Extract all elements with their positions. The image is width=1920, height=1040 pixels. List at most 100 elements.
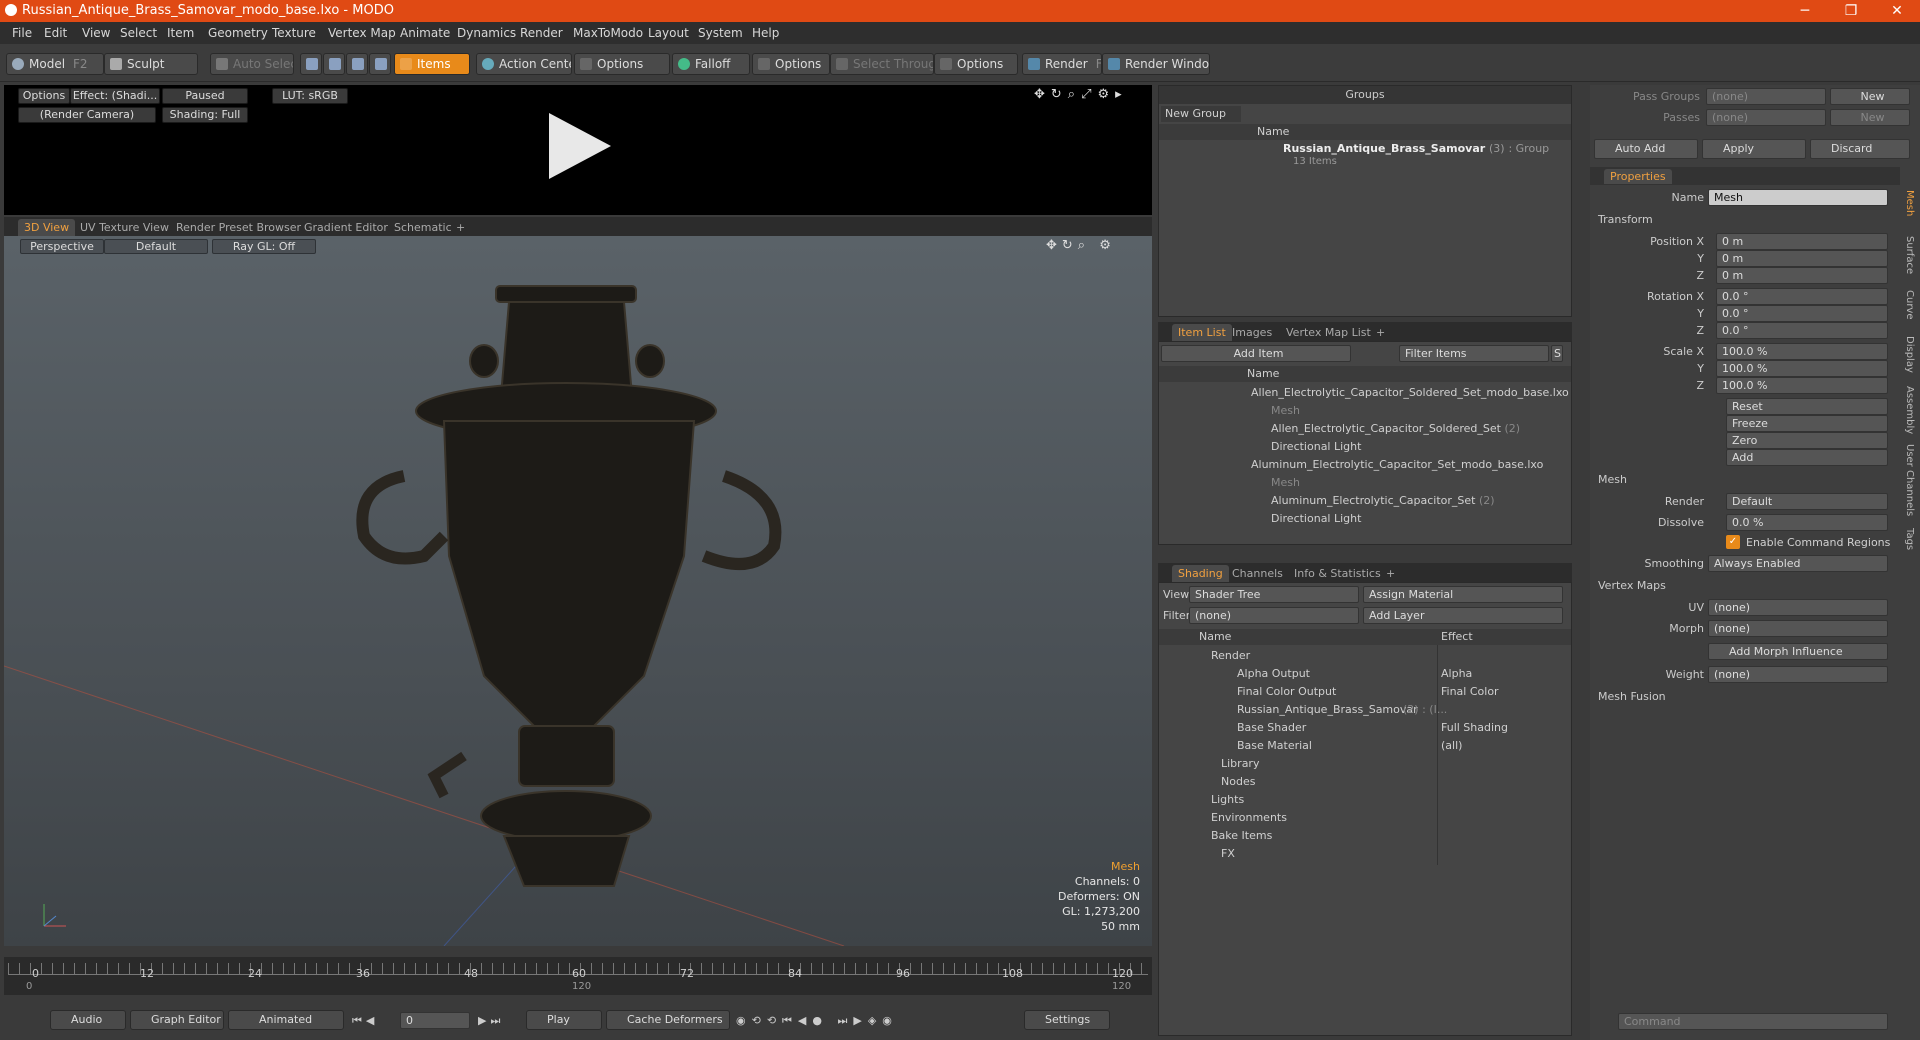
freeze-dropdown[interactable]: Freeze [1726, 415, 1888, 432]
animated-dropdown[interactable]: Animated [228, 1010, 344, 1030]
shader-row[interactable]: Alpha Output Alpha [1159, 665, 1571, 683]
command-input[interactable]: Command [1618, 1013, 1888, 1030]
rotation-x-field[interactable]: 0.0 ° [1716, 288, 1888, 305]
dissolve-field[interactable]: 0.0 % [1726, 514, 1888, 531]
tab-vertex-map-list[interactable]: Vertex Map List [1280, 324, 1377, 341]
action-center-options-button[interactable]: Options [574, 53, 670, 75]
discard-button[interactable]: Discard [1810, 139, 1910, 159]
shader-row[interactable]: FX [1159, 845, 1571, 863]
menu-texture[interactable]: Texture [272, 26, 316, 40]
add-tab-button[interactable]: + [450, 219, 471, 236]
close-button[interactable]: ✕ [1874, 0, 1920, 22]
position-y-field[interactable]: 0 m [1716, 250, 1888, 267]
items-mode-button[interactable]: Items [394, 53, 470, 75]
minimize-button[interactable]: ─ [1782, 0, 1828, 22]
tab-gradient-editor[interactable]: Gradient Editor [298, 219, 394, 236]
graph-editor-button[interactable]: Graph Editor [130, 1010, 224, 1030]
list-item[interactable]: Aluminum_Electrolytic_Capacitor_Set_modo… [1159, 456, 1571, 474]
morph-dropdown[interactable]: (none) [1708, 620, 1888, 637]
apply-button[interactable]: Apply [1702, 139, 1806, 159]
menu-layout[interactable]: Layout [648, 26, 689, 40]
list-item[interactable]: Allen_Electrolytic_Capacitor_Soldered_Se… [1159, 384, 1571, 402]
add-layer-dropdown[interactable]: Add Layer [1363, 607, 1563, 624]
rotation-z-field[interactable]: 0.0 ° [1716, 322, 1888, 339]
menu-file[interactable]: File [12, 26, 32, 40]
position-x-field[interactable]: 0 m [1716, 233, 1888, 250]
frame-input[interactable]: 0 [400, 1012, 470, 1029]
list-item[interactable]: Mesh [1159, 474, 1571, 492]
scale-y-field[interactable]: 100.0 % [1716, 360, 1888, 377]
tab-shading[interactable]: Shading [1172, 565, 1229, 582]
vtab-display[interactable]: Display [1899, 336, 1915, 373]
tab-render-preset-browser[interactable]: Render Preset Browser [170, 219, 307, 236]
play-icon[interactable] [549, 113, 611, 179]
menu-animate[interactable]: Animate [400, 26, 450, 40]
shader-row[interactable]: Base Material (all) [1159, 737, 1571, 755]
menu-vertex-map[interactable]: Vertex Map [328, 26, 396, 40]
falloff-button[interactable]: Falloff [672, 53, 750, 75]
shader-row[interactable]: Render [1159, 647, 1571, 665]
materials-mode-button[interactable] [369, 53, 391, 75]
sculpt-button[interactable]: Sculpt [104, 53, 198, 75]
preview-shading-dropdown[interactable]: Shading: Full [162, 107, 248, 123]
list-item[interactable]: Directional Light [1159, 438, 1571, 456]
3d-viewport[interactable]: Perspective Default Ray GL: Off ✥↻⌕ ⚙ Me… [4, 236, 1152, 946]
mesh-section[interactable]: Mesh [1598, 473, 1627, 486]
model-button[interactable]: Model F2 [6, 53, 104, 75]
shader-row[interactable]: Lights [1159, 791, 1571, 809]
select-through-button[interactable]: Select Through [830, 53, 934, 75]
weight-dropdown[interactable]: (none) [1708, 666, 1888, 683]
reset-dropdown[interactable]: Reset [1726, 398, 1888, 415]
select-options-button[interactable]: Options [934, 53, 1018, 75]
tab-properties[interactable]: Properties [1604, 169, 1672, 184]
preview-lut-dropdown[interactable]: LUT: sRGB [272, 88, 348, 104]
shader-row[interactable]: Base Shader Full Shading [1159, 719, 1571, 737]
play-button[interactable]: Play [526, 1010, 602, 1030]
scale-x-field[interactable]: 100.0 % [1716, 343, 1888, 360]
tab-uv-texture-view[interactable]: UV Texture View [74, 219, 175, 236]
vtab-user-channels[interactable]: User Channels [1899, 444, 1915, 516]
shader-row[interactable]: Final Color Output Final Color [1159, 683, 1571, 701]
menu-select[interactable]: Select [120, 26, 157, 40]
tab-info-statistics[interactable]: Info & Statistics [1288, 565, 1387, 582]
auto-select-button[interactable]: Auto Select [210, 53, 294, 75]
list-item[interactable]: Directional Light [1159, 510, 1571, 528]
uv-dropdown[interactable]: (none) [1708, 599, 1888, 616]
position-z-field[interactable]: 0 m [1716, 267, 1888, 284]
filter-items-input[interactable]: Filter Items [1399, 345, 1549, 362]
preview-effect-dropdown[interactable]: Effect: (Shadi... [70, 88, 160, 104]
polygons-mode-button[interactable] [346, 53, 368, 75]
add-morph-influence-button[interactable]: Add Morph Influence [1708, 643, 1888, 660]
audio-button[interactable]: Audio [50, 1010, 126, 1030]
add-tab-button[interactable]: + [1380, 565, 1401, 582]
tab-schematic[interactable]: Schematic [388, 219, 458, 236]
vtab-mesh[interactable]: Mesh [1899, 190, 1915, 216]
shader-row[interactable]: Nodes [1159, 773, 1571, 791]
name-field[interactable]: Mesh [1708, 189, 1888, 206]
falloff-options-button[interactable]: Options [752, 53, 830, 75]
preview-camera-dropdown[interactable]: (Render Camera) [18, 107, 156, 123]
vtab-assembly[interactable]: Assembly [1899, 386, 1915, 434]
shader-row[interactable]: Russian_Antique_Brass_Samovar (2) : (I... [1159, 701, 1571, 719]
menu-help[interactable]: Help [752, 26, 779, 40]
list-item[interactable]: Allen_Electrolytic_Capacitor_Soldered_Se… [1159, 420, 1571, 438]
assign-material-button[interactable]: Assign Material [1363, 586, 1563, 603]
scale-z-field[interactable]: 100.0 % [1716, 377, 1888, 394]
shader-row[interactable]: Library [1159, 755, 1571, 773]
maximize-button[interactable]: ❐ [1828, 0, 1874, 22]
add-item-dropdown[interactable]: Add Item [1161, 345, 1351, 362]
add-tab-button[interactable]: + [1370, 324, 1391, 341]
filter-s-button[interactable]: S [1551, 345, 1563, 362]
group-item[interactable]: Russian_Antique_Brass_Samovar (3) : Grou… [1283, 142, 1549, 155]
timeline[interactable]: 0 12 24 36 48 60 72 84 96 108 120 0 120 … [4, 957, 1152, 995]
menu-render[interactable]: Render [520, 26, 563, 40]
new-pass-button[interactable]: New [1830, 109, 1910, 126]
enable-command-regions-checkbox[interactable]: ✓ [1726, 535, 1740, 549]
shading-filter-dropdown[interactable]: (none) [1189, 607, 1359, 624]
menu-geometry[interactable]: Geometry [208, 26, 268, 40]
menu-view[interactable]: View [82, 26, 110, 40]
zero-dropdown[interactable]: Zero [1726, 432, 1888, 449]
rotation-y-field[interactable]: 0.0 ° [1716, 305, 1888, 322]
menu-system[interactable]: System [698, 26, 743, 40]
add-dropdown[interactable]: Add [1726, 449, 1888, 466]
